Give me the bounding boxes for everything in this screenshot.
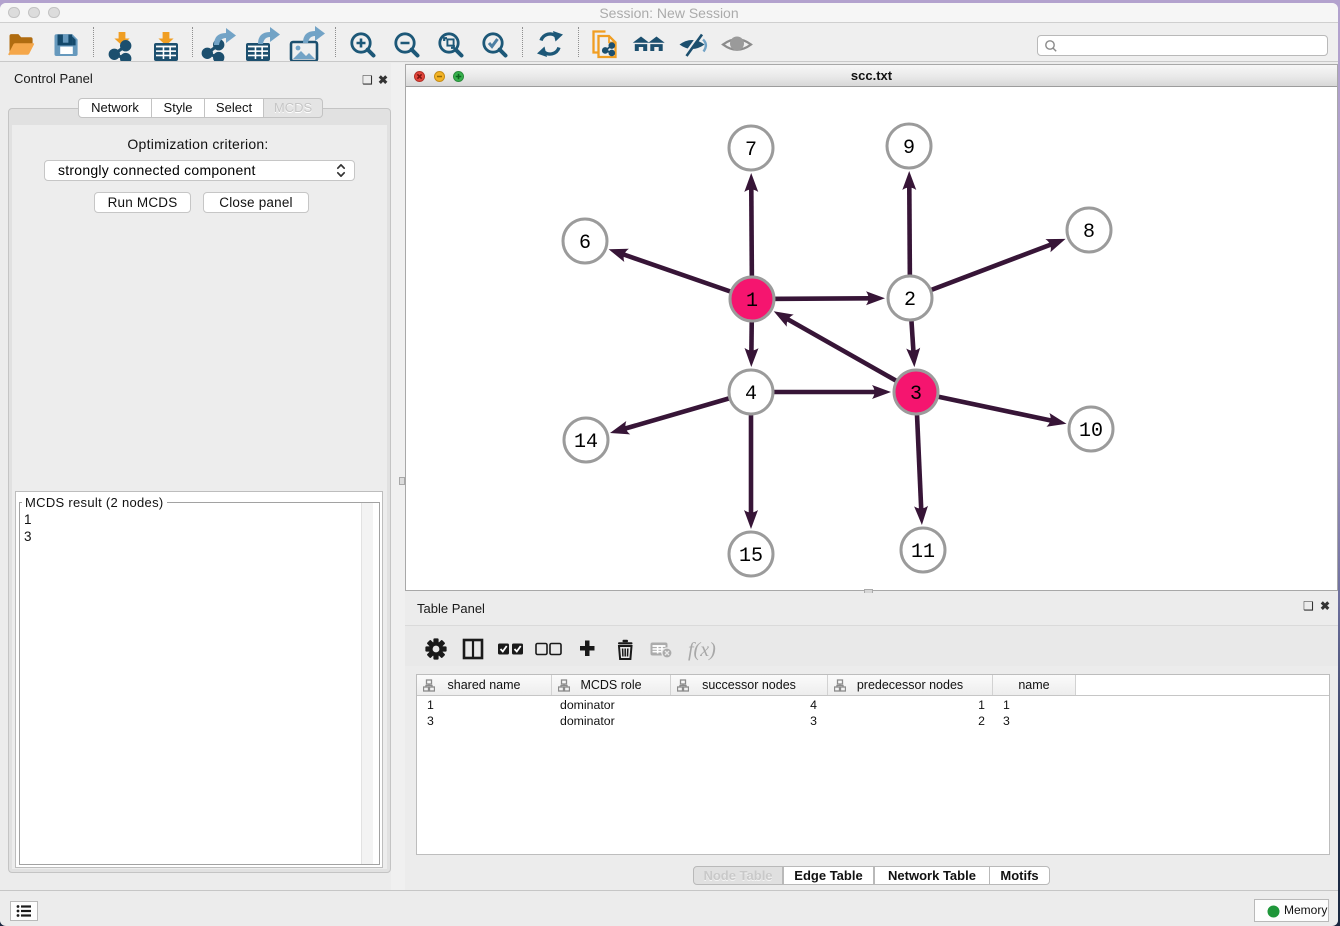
svg-text:9: 9 <box>903 137 915 160</box>
svg-text:8: 8 <box>1083 221 1095 244</box>
svg-text:11: 11 <box>911 541 935 564</box>
svg-text:f(x): f(x) <box>688 639 716 661</box>
svg-text:2: 2 <box>904 289 916 312</box>
svg-text:4: 4 <box>745 383 757 406</box>
svg-text:6: 6 <box>579 232 591 255</box>
svg-text:15: 15 <box>739 545 763 568</box>
svg-text:3: 3 <box>910 383 922 406</box>
svg-text:7: 7 <box>745 139 757 162</box>
svg-text:14: 14 <box>574 431 598 454</box>
svg-text:10: 10 <box>1079 420 1103 443</box>
svg-text:1: 1 <box>746 290 758 313</box>
